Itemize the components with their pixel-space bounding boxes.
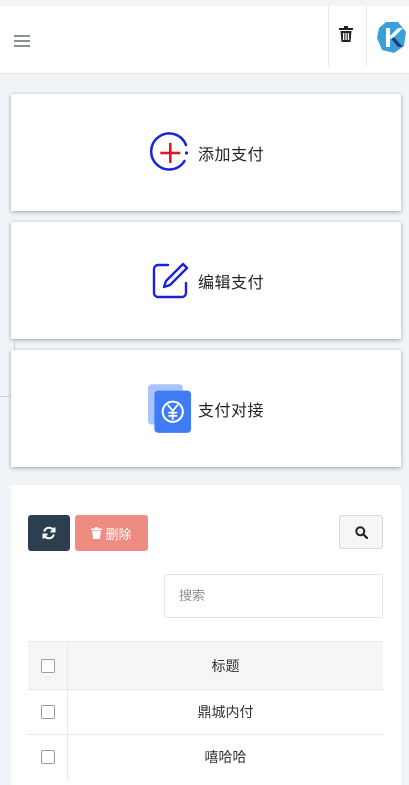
app-logo[interactable] [376,20,408,54]
row-title: 鼎城内付 [67,689,383,735]
header-divider [366,6,367,66]
payment-integration-card[interactable]: 支付对接 [11,350,401,467]
add-payment-card[interactable]: 添加支付 [11,94,401,211]
column-header-title[interactable]: 标题 [67,641,383,690]
row-checkbox[interactable] [40,705,55,719]
search-icon [354,525,368,539]
refresh-button[interactable] [28,515,70,551]
edit-icon [148,257,192,305]
select-all-checkbox[interactable] [40,658,55,673]
table-row[interactable]: 鼎城内付 [28,689,383,735]
card-label: 添加支付 [197,144,264,164]
refresh-icon [42,526,56,540]
row-checkbox[interactable] [40,750,55,765]
header-divider [328,6,329,66]
yuan-payment-icon [147,383,192,433]
row-checkbox-cell [28,689,68,735]
hamburger-icon[interactable] [14,35,30,47]
delete-button[interactable]: 删除 [75,515,148,551]
add-circle-icon [148,129,192,177]
payment-table: 标题 鼎城内付 嘻哈哈 [28,641,383,780]
table-header-row: 标题 [28,641,383,690]
select-all-cell [28,641,68,690]
delete-label: 删除 [105,527,132,543]
trash-icon [91,527,103,539]
edit-payment-card[interactable]: 编辑支付 [11,222,401,339]
trash-icon[interactable] [339,26,355,44]
payment-list-panel: 删除 标题 鼎城内付 [11,485,401,785]
top-header [0,6,409,74]
search-input[interactable] [164,574,383,618]
search-button[interactable] [339,515,383,549]
card-label: 编辑支付 [197,272,264,292]
card-label: 支付对接 [197,400,264,420]
